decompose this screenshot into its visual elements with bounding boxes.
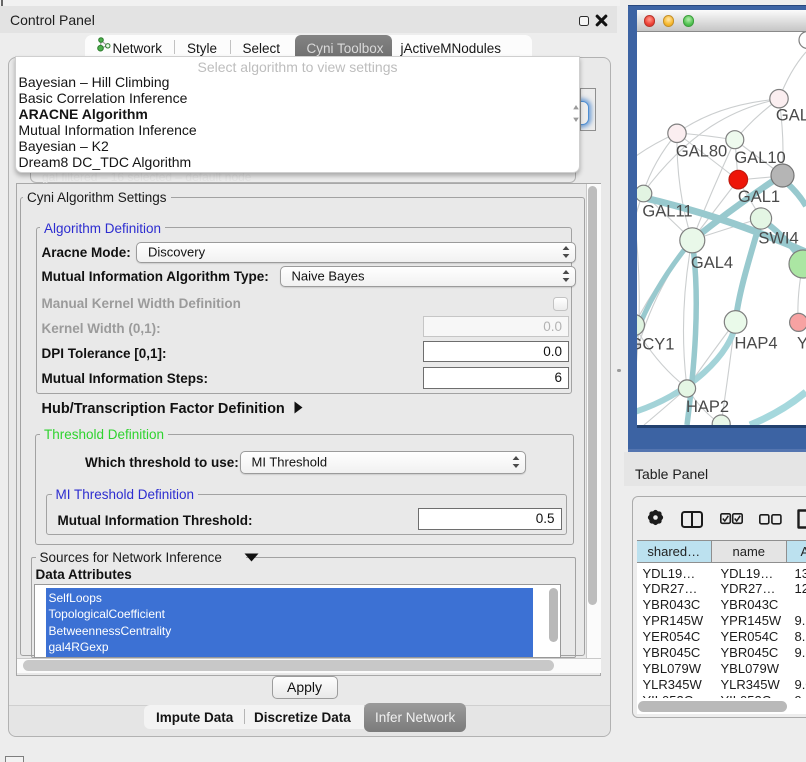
svg-text:SWI4: SWI4	[758, 230, 798, 248]
svg-text:GAL10: GAL10	[734, 149, 785, 167]
svg-text:GAL2: GAL2	[776, 107, 806, 125]
svg-text:GAL4: GAL4	[691, 254, 733, 272]
svg-text:HAP2: HAP2	[686, 398, 729, 416]
svg-text:GCY1: GCY1	[637, 336, 674, 354]
svg-text:GAL80: GAL80	[676, 143, 727, 161]
svg-text:GAL1: GAL1	[738, 188, 780, 206]
svg-text:GAL11: GAL11	[642, 203, 692, 221]
svg-text:YEL: YEL	[797, 335, 806, 353]
svg-text:HAP4: HAP4	[734, 335, 777, 353]
